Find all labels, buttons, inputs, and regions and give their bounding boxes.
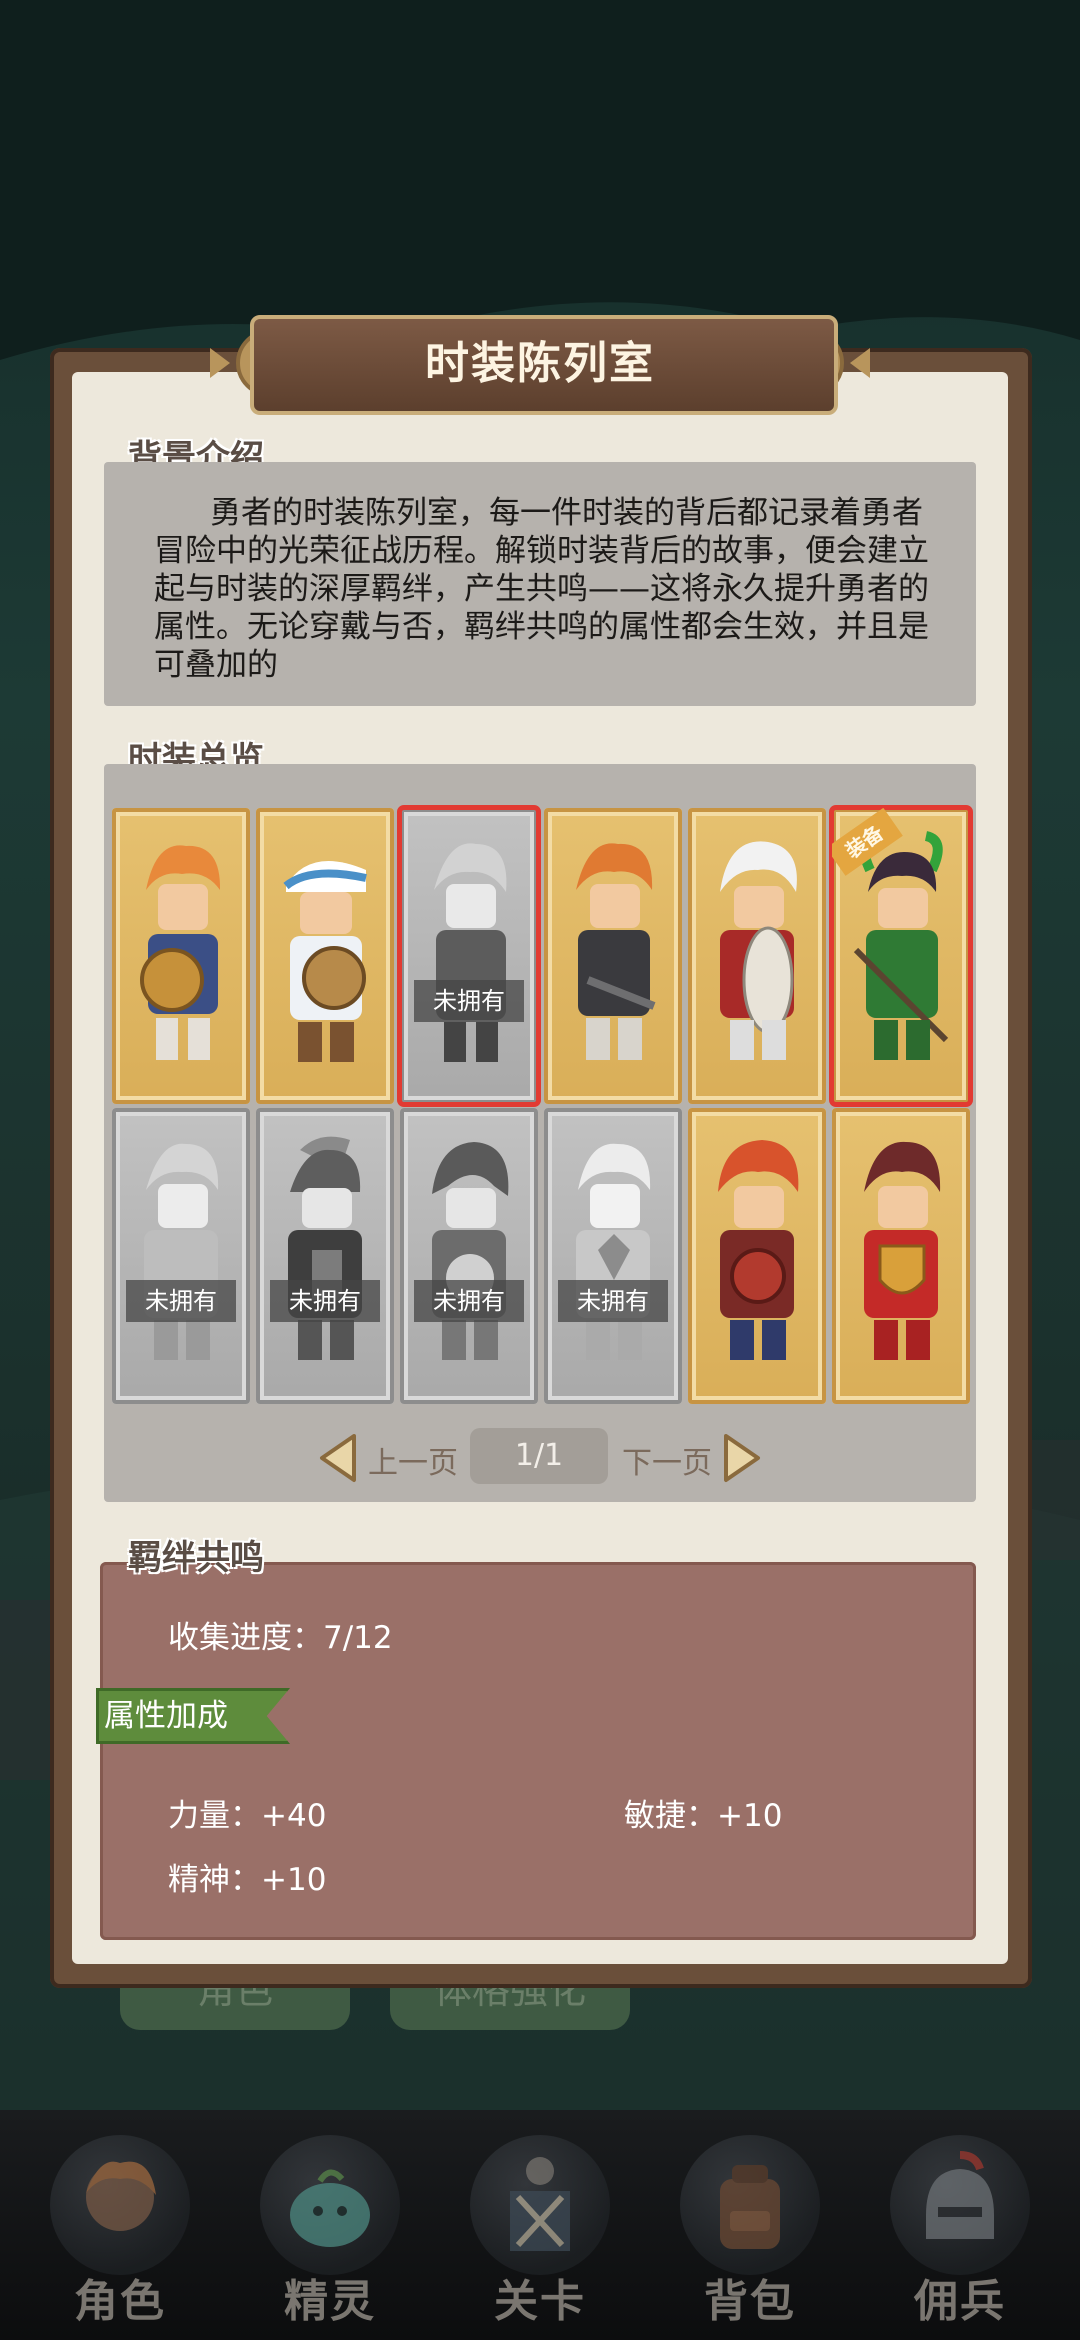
next-page-arrow-icon[interactable] xyxy=(722,1432,762,1484)
costume-card-1[interactable] xyxy=(112,808,250,1104)
costume-card-5[interactable] xyxy=(688,808,826,1104)
prev-page-button[interactable]: 上一页 xyxy=(368,1438,458,1482)
hero-sprite-icon xyxy=(144,1143,219,1360)
nav-item-backpack[interactable]: 背包 xyxy=(650,2125,850,2335)
costume-card-9[interactable]: 未拥有 xyxy=(400,1108,538,1404)
mercenary-icon xyxy=(926,2151,994,2239)
costume-card-4[interactable] xyxy=(544,808,682,1104)
costume-card-6[interactable]: 装备 xyxy=(829,805,973,1107)
unowned-tag: 未拥有 xyxy=(126,1280,236,1322)
hero-sprite-icon xyxy=(140,845,221,1060)
hero-sprite-icon xyxy=(576,1143,651,1360)
hero-sprite-icon xyxy=(288,1136,362,1360)
page-indicator: 1/1 xyxy=(470,1428,608,1484)
hero-icon xyxy=(86,2161,156,2231)
stat-agility: 敏捷：+10 xyxy=(624,1798,783,1834)
costume-card-11[interactable] xyxy=(688,1108,826,1404)
hero-sprite-icon xyxy=(576,843,656,1060)
costume-card-12[interactable] xyxy=(832,1108,970,1404)
stage-icon xyxy=(510,2157,570,2251)
next-page-button[interactable]: 下一页 xyxy=(622,1438,712,1482)
costume-card-7[interactable]: 未拥有 xyxy=(112,1108,250,1404)
hero-sprite-icon xyxy=(718,1140,799,1360)
nav-item-mercenary[interactable]: 佣兵 xyxy=(860,2125,1060,2335)
stat-strength: 力量：+40 xyxy=(168,1798,327,1834)
description-text: 勇者的时装陈列室，每一件时装的背后都记录着勇者冒险中的光荣征战历程。解锁时装背后… xyxy=(154,495,929,683)
collection-progress: 收集进度：7/12 xyxy=(168,1620,393,1656)
backpack-icon xyxy=(720,2165,780,2249)
nav-label-stage: 关卡 xyxy=(494,2276,586,2327)
nav-label-role: 角色 xyxy=(74,2276,166,2327)
page-title: 时装陈列室 xyxy=(425,338,655,389)
stat-spirit: 精神：+10 xyxy=(168,1862,327,1898)
costume-card-3[interactable]: 未拥有 xyxy=(397,805,541,1107)
unowned-tag: 未拥有 xyxy=(558,1280,668,1322)
costume-card-2[interactable] xyxy=(256,808,394,1104)
hero-sprite-icon xyxy=(720,841,797,1060)
hero-sprite-icon xyxy=(434,843,507,1062)
unowned-tag: 未拥有 xyxy=(270,1280,380,1322)
unowned-tag: 未拥有 xyxy=(414,1280,524,1322)
hero-sprite-icon xyxy=(283,861,367,1062)
hero-sprite-icon xyxy=(853,831,949,1060)
unowned-tag: 未拥有 xyxy=(414,980,524,1022)
section-title-bond: 羁绊共鸣 xyxy=(128,1538,264,1578)
nav-item-role[interactable]: 角色 xyxy=(20,2125,220,2335)
nav-item-stage[interactable]: 关卡 xyxy=(440,2125,640,2335)
hero-sprite-icon xyxy=(432,1142,509,1360)
prev-page-arrow-icon[interactable] xyxy=(318,1432,358,1484)
nav-label-spirit: 精灵 xyxy=(284,2276,376,2327)
spirit-icon xyxy=(290,2169,370,2247)
nav-label-backpack: 背包 xyxy=(704,2276,796,2327)
attribute-bonus-ribbon: 属性加成 xyxy=(96,1688,290,1744)
hero-sprite-icon xyxy=(864,1141,941,1360)
costume-card-10[interactable]: 未拥有 xyxy=(544,1108,682,1404)
nav-label-mercenary: 佣兵 xyxy=(914,2276,1006,2327)
nav-item-spirit[interactable]: 精灵 xyxy=(230,2125,430,2335)
costume-card-8[interactable]: 未拥有 xyxy=(256,1108,394,1404)
